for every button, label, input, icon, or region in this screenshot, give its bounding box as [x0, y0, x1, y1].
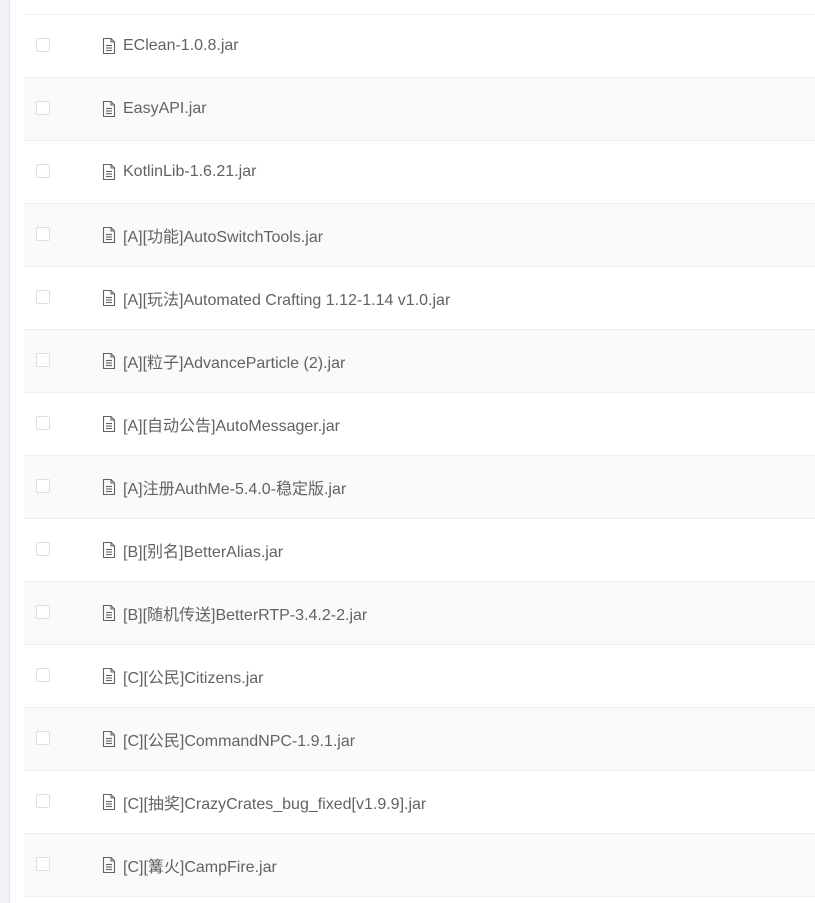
row-checkbox[interactable] — [36, 164, 50, 178]
table-row[interactable]: [A][粒子]AdvanceParticle (2).jar — [24, 330, 815, 393]
file-name: [A][功能]AutoSwitchTools.jar — [123, 229, 324, 246]
file-name: KotlinLib-1.6.21.jar — [123, 163, 257, 180]
row-checkbox[interactable] — [36, 857, 50, 871]
row-checkbox[interactable] — [36, 416, 50, 430]
file-name: [B][随机传送]BetterRTP-3.4.2-2.jar — [123, 607, 368, 624]
row-checkbox[interactable] — [36, 542, 50, 556]
document-icon — [102, 542, 116, 558]
table-row[interactable]: [B][别名]BetterAlias.jar — [24, 519, 815, 582]
file-name: [B][别名]BetterAlias.jar — [123, 544, 284, 561]
row-checkbox[interactable] — [36, 794, 50, 808]
file-name-cell[interactable]: [A][玩法]Automated Crafting 1.12-1.14 v1.0… — [102, 267, 450, 329]
document-icon — [102, 479, 116, 495]
row-checkbox[interactable] — [36, 38, 50, 52]
file-name: [A][玩法]Automated Crafting 1.12-1.14 v1.0… — [123, 292, 451, 309]
table-row[interactable]: EClean-1.0.8.jar — [24, 15, 815, 78]
table-row[interactable]: [C][篝火]CampFire.jar — [24, 834, 815, 897]
file-name: [A][自动公告]AutoMessager.jar — [123, 418, 340, 435]
file-name-cell[interactable]: [A]注册AuthMe-5.4.0-稳定版.jar — [102, 456, 346, 518]
document-icon — [102, 353, 116, 369]
row-checkbox[interactable] — [36, 101, 50, 115]
row-checkbox[interactable] — [36, 605, 50, 619]
file-name-cell[interactable]: [C][篝火]CampFire.jar — [102, 834, 277, 896]
row-checkbox[interactable] — [36, 353, 50, 367]
file-table: EClean-1.0.8.jar EasyAPI.jar KotlinLib-1… — [24, 0, 815, 903]
file-name: [C][公民]CommandNPC-1.9.1.jar — [123, 733, 356, 750]
file-name-cell[interactable]: [B][随机传送]BetterRTP-3.4.2-2.jar — [102, 582, 367, 644]
table-row[interactable]: EasyAPI.jar — [24, 78, 815, 141]
row-checkbox[interactable] — [36, 731, 50, 745]
table-row[interactable]: [B][随机传送]BetterRTP-3.4.2-2.jar — [24, 582, 815, 645]
file-name-cell[interactable]: [C][公民]Citizens.jar — [102, 645, 263, 707]
file-rows: EClean-1.0.8.jar EasyAPI.jar KotlinLib-1… — [24, 15, 815, 897]
document-icon — [102, 731, 116, 747]
table-row[interactable]: [A][玩法]Automated Crafting 1.12-1.14 v1.0… — [24, 267, 815, 330]
file-name-cell[interactable]: [C][抽奖]CrazyCrates_bug_fixed[v1.9.9].jar — [102, 771, 426, 833]
document-icon — [102, 38, 116, 54]
table-row[interactable]: [C][公民]CommandNPC-1.9.1.jar — [24, 708, 815, 771]
table-row[interactable]: KotlinLib-1.6.21.jar — [24, 141, 815, 204]
document-icon — [102, 164, 116, 180]
file-name: [C][篝火]CampFire.jar — [123, 859, 277, 876]
file-name: [C][公民]Citizens.jar — [123, 670, 264, 687]
file-name: [C][抽奖]CrazyCrates_bug_fixed[v1.9.9].jar — [123, 796, 427, 813]
file-name: [A][粒子]AdvanceParticle (2).jar — [123, 355, 346, 372]
file-name: EClean-1.0.8.jar — [123, 37, 239, 54]
file-name: [A]注册AuthMe-5.4.0-稳定版.jar — [123, 481, 347, 498]
document-icon — [102, 416, 116, 432]
table-row[interactable]: [A][功能]AutoSwitchTools.jar — [24, 204, 815, 267]
file-name-cell[interactable]: EasyAPI.jar — [102, 78, 207, 140]
table-row[interactable]: [C][抽奖]CrazyCrates_bug_fixed[v1.9.9].jar — [24, 771, 815, 834]
file-name-cell[interactable]: [A][粒子]AdvanceParticle (2).jar — [102, 330, 345, 392]
table-row[interactable]: [A][自动公告]AutoMessager.jar — [24, 393, 815, 456]
row-checkbox[interactable] — [36, 668, 50, 682]
file-name-cell[interactable]: KotlinLib-1.6.21.jar — [102, 141, 256, 203]
document-icon — [102, 290, 116, 306]
file-name-cell[interactable]: [A][功能]AutoSwitchTools.jar — [102, 204, 323, 266]
row-checkbox[interactable] — [36, 290, 50, 304]
document-icon — [102, 668, 116, 684]
file-name-cell[interactable]: [B][别名]BetterAlias.jar — [102, 519, 283, 581]
document-icon — [102, 605, 116, 621]
document-icon — [102, 857, 116, 873]
table-row[interactable]: [A]注册AuthMe-5.4.0-稳定版.jar — [24, 456, 815, 519]
document-icon — [102, 101, 116, 117]
file-name: EasyAPI.jar — [123, 100, 207, 117]
row-checkbox[interactable] — [36, 227, 50, 241]
document-icon — [102, 227, 116, 243]
document-icon — [102, 794, 116, 810]
file-name-cell[interactable]: [C][公民]CommandNPC-1.9.1.jar — [102, 708, 355, 770]
file-name-cell[interactable]: [A][自动公告]AutoMessager.jar — [102, 393, 340, 455]
file-name-cell[interactable]: EClean-1.0.8.jar — [102, 15, 239, 77]
row-checkbox[interactable] — [36, 479, 50, 493]
sidebar-edge — [0, 0, 10, 903]
table-row[interactable]: [C][公民]Citizens.jar — [24, 645, 815, 708]
